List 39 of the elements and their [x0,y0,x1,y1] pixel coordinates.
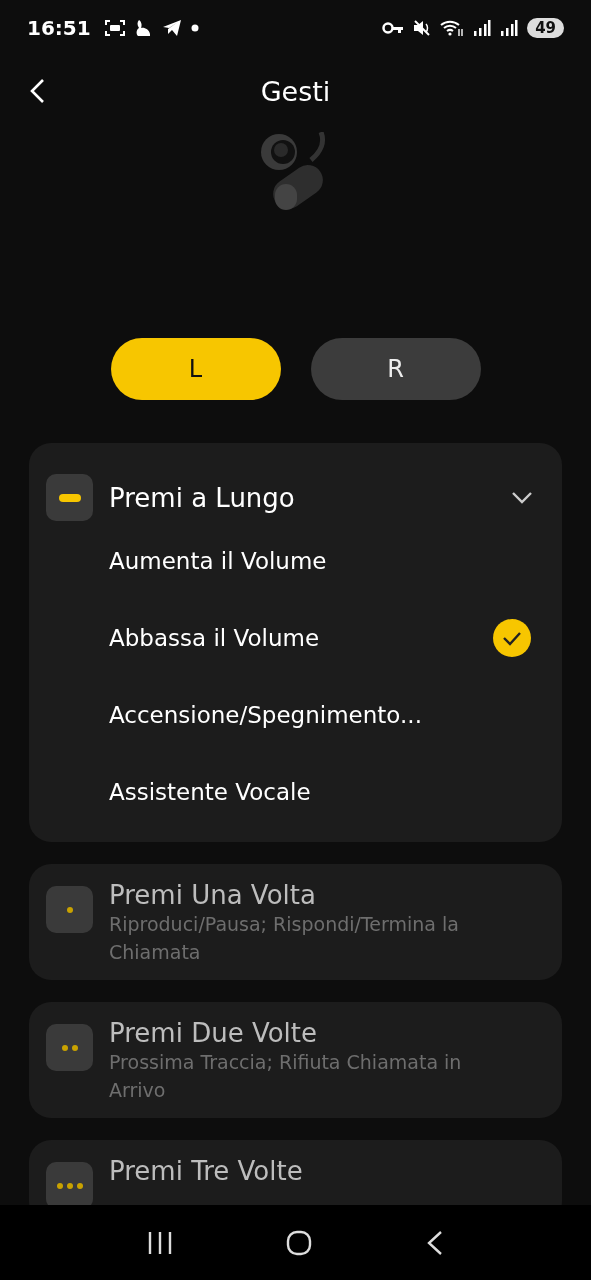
gesture-icon [46,1162,93,1205]
option-item[interactable]: Aumenta il Volume [46,522,545,599]
wifi-icon [440,19,465,37]
gesture-icon [46,1024,93,1071]
gesture-card[interactable]: Premi a Lungo Aumenta il Volume Abbassa il Volume Accensione/Spegnimento... Assistente Vocale [29,443,562,842]
status-time: 16:51 [27,16,91,40]
gesture-card[interactable]: Premi Tre Volte [29,1140,562,1205]
option-item[interactable]: Accensione/Spegnimento... [46,676,545,753]
gesture-card[interactable]: Premi Due Volte Prossima Traccia; Rifiuta Chiamata in Arrivo [29,1002,562,1118]
option-item[interactable]: Assistente Vocale [46,753,545,830]
option-label: Assistente Vocale [109,778,311,805]
gesture-description: Prossima Traccia; Rifiuta Chiamata in Arrivo [109,1050,463,1103]
recent-apps-icon[interactable] [146,1230,173,1255]
gesture-title: Premi Due Volte [109,1018,318,1048]
side-tab[interactable]: L [110,338,281,400]
side-tab[interactable]: R [310,338,481,400]
gesture-icon [46,474,93,521]
chevron-down-icon[interactable] [511,491,533,505]
option-label: Abbassa il Volume [109,624,320,651]
home-icon[interactable] [286,1229,313,1256]
gesture-title: Premi Una Volta [109,880,317,910]
gesture-title: Premi a Lungo [109,482,296,515]
send-icon [161,19,182,37]
option-label: Aumenta il Volume [109,547,327,574]
signal-icon [473,20,492,36]
option-label: Accensione/Spegnimento... [109,701,422,728]
gesture-title: Premi Tre Volte [109,1156,304,1186]
gesture-icon [46,886,93,933]
page-title: Gesti [260,75,331,107]
screenshot-icon [103,19,126,37]
signal-icon [500,20,519,36]
gesture-card[interactable]: Premi Una Volta Riproduci/Pausa; Rispondi/Termina la Chiamata [29,864,562,980]
rabbit-icon [134,18,153,38]
gesture-description: Riproduci/Pausa; Rispondi/Termina la Chiamata [109,912,460,965]
notification-dot-icon [190,24,199,32]
option-item[interactable]: Abbassa il Volume [46,599,545,676]
key-icon [382,21,405,35]
battery-level: 49 [527,18,564,38]
mute-icon [413,19,432,37]
